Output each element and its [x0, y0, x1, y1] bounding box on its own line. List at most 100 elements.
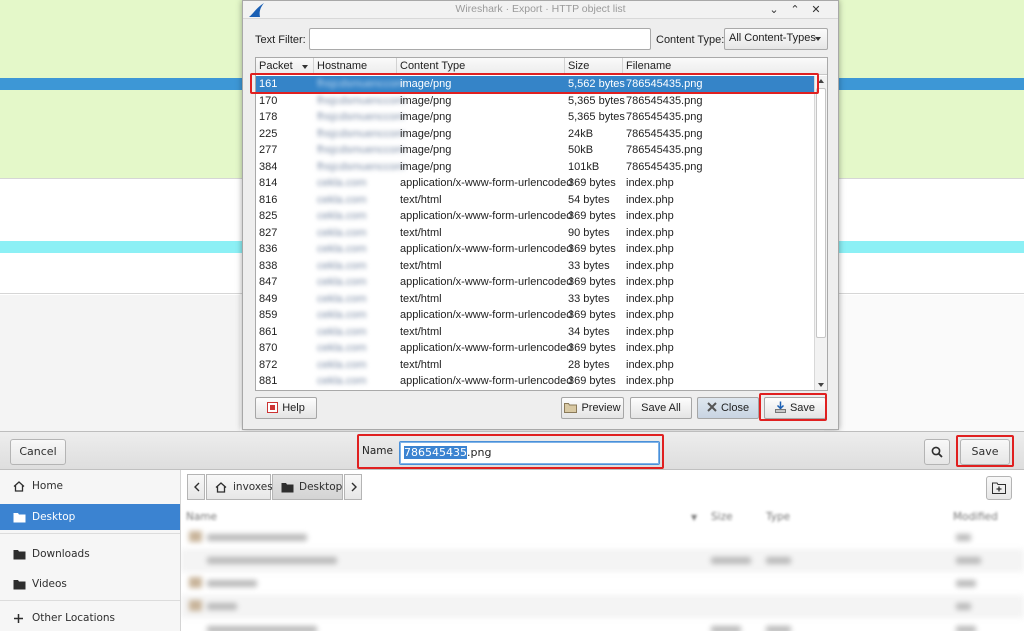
- minimize-button[interactable]: ⌄: [768, 4, 780, 16]
- cancel-button[interactable]: Cancel: [10, 439, 66, 465]
- cell-hostname: cekla.com: [317, 375, 367, 387]
- column-modified[interactable]: Modified: [953, 511, 998, 523]
- cell-content-type: application/x-www-form-urlencoded: [400, 210, 573, 222]
- column-header-filename[interactable]: Filename: [623, 58, 827, 75]
- table-row-selected[interactable]: 161 fhsjcdsmuenccom image/png 5,562 bytes 78…: [256, 76, 815, 93]
- file-list-row[interactable]: [181, 595, 1024, 618]
- sidebar-item-videos[interactable]: Videos: [0, 571, 180, 597]
- path-back-button[interactable]: [187, 474, 205, 500]
- table-row[interactable]: 816 cekla.com text/html 54 bytes index.php: [256, 192, 815, 209]
- cell-packet: 872: [259, 358, 278, 371]
- cell-content-type: text/html: [400, 292, 442, 305]
- save-all-button[interactable]: Save All: [630, 397, 692, 419]
- path-crumb-label: Desktop: [299, 481, 343, 493]
- cell-filename: 786545435.png: [626, 160, 703, 173]
- column-header-hostname[interactable]: Hostname: [314, 58, 397, 75]
- column-header-packet[interactable]: Packet: [256, 58, 314, 75]
- sidebar-item-other-locations[interactable]: Other Locations: [0, 605, 180, 631]
- cell-size: 28 bytes: [568, 358, 610, 371]
- table-scrollbar[interactable]: [814, 76, 827, 390]
- path-crumb-desktop[interactable]: Desktop: [272, 474, 343, 500]
- sidebar-separator: [0, 600, 180, 601]
- table-header: Packet Hostname Content Type Size Filena…: [256, 58, 827, 75]
- table-row[interactable]: 838 cekla.com text/html 33 bytes index.php: [256, 258, 815, 275]
- table-row[interactable]: 836 cekla.com application/x-www-form-urlen…: [256, 241, 815, 258]
- table-row[interactable]: 881 cekla.com application/x-www-form-urlen…: [256, 373, 815, 390]
- hex-pane-background: [824, 295, 1024, 435]
- file-list-row[interactable]: [181, 618, 1024, 631]
- table-row[interactable]: 170 fhsjcdsmuenccom image/png 5,365 bytes 78…: [256, 93, 815, 110]
- sidebar-item-label: Videos: [32, 578, 67, 590]
- cell-content-type: text/html: [400, 358, 442, 371]
- cell-hostname: fhsjcdsmuenccom: [317, 160, 406, 173]
- path-crumb-label: invoxes: [233, 481, 273, 493]
- cell-size: 369 bytes: [568, 276, 616, 288]
- search-button[interactable]: [924, 439, 950, 465]
- table-row[interactable]: 277 fhsjcdsmuenccom image/png 50kB 786545435…: [256, 142, 815, 159]
- file-list-row[interactable]: [181, 526, 1024, 549]
- cell-content-type: image/png: [400, 78, 452, 90]
- file-name-extension: .png: [467, 446, 492, 459]
- table-row[interactable]: 178 fhsjcdsmuenccom image/png 5,365 bytes 78…: [256, 109, 815, 126]
- table-row[interactable]: 825 cekla.com application/x-www-form-urlen…: [256, 208, 815, 225]
- cell-hostname: cekla.com: [317, 177, 367, 189]
- table-row[interactable]: 849 cekla.com text/html 33 bytes index.php: [256, 291, 815, 308]
- table-row[interactable]: 870 cekla.com application/x-www-form-urlen…: [256, 340, 815, 357]
- table-row[interactable]: 861 cekla.com text/html 34 bytes index.php: [256, 324, 815, 341]
- table-row[interactable]: 847 cekla.com application/x-www-form-urlen…: [256, 274, 815, 291]
- column-size[interactable]: Size: [711, 511, 733, 523]
- save-icon: [774, 401, 786, 414]
- file-list-row[interactable]: [181, 572, 1024, 595]
- scroll-up-arrow-icon[interactable]: [818, 79, 824, 83]
- folder-icon: [281, 483, 294, 493]
- cell-hostname: cekla.com: [317, 243, 367, 255]
- table-row[interactable]: 814 cekla.com application/x-www-form-urlen…: [256, 175, 815, 192]
- cell-content-type: image/png: [400, 94, 452, 107]
- cell-hostname: cekla.com: [317, 325, 367, 338]
- file-chooser-header: Cancel Name 786545435.png Save: [0, 432, 1024, 470]
- places-sidebar: Home Desktop Downloads Videos Other Loca…: [0, 470, 181, 631]
- cell-packet: 178: [259, 111, 278, 123]
- scrollbar-thumb[interactable]: [816, 88, 826, 338]
- content-type-select[interactable]: All Content-Types: [724, 28, 828, 50]
- help-button[interactable]: Help: [255, 397, 317, 419]
- column-header-size[interactable]: Size: [565, 58, 623, 75]
- preview-button[interactable]: Preview: [561, 397, 624, 419]
- cell-hostname: fhsjcdsmuenccom: [317, 94, 406, 107]
- cell-filename: 786545435.png: [626, 111, 703, 123]
- path-forward-button[interactable]: [344, 474, 362, 500]
- table-row[interactable]: 859 cekla.com application/x-www-form-urlen…: [256, 307, 815, 324]
- path-crumb-home[interactable]: invoxes: [206, 474, 273, 500]
- save-file-button[interactable]: Save: [960, 439, 1010, 465]
- table-row[interactable]: 827 cekla.com text/html 90 bytes index.php: [256, 225, 815, 242]
- cell-packet: 861: [259, 325, 278, 338]
- file-list-row[interactable]: [181, 549, 1024, 572]
- create-folder-button[interactable]: [986, 476, 1012, 500]
- column-type[interactable]: Type: [766, 511, 790, 523]
- cell-content-type: application/x-www-form-urlencoded: [400, 243, 573, 255]
- table-row[interactable]: 225 fhsjcdsmuenccom image/png 24kB 786545435…: [256, 126, 815, 143]
- cell-hostname: cekla.com: [317, 342, 367, 354]
- column-name[interactable]: Name: [186, 511, 217, 523]
- save-button[interactable]: Save: [764, 397, 826, 419]
- cell-packet: 814: [259, 177, 278, 189]
- cell-packet: 847: [259, 276, 278, 288]
- sidebar-item-home[interactable]: Home: [0, 473, 180, 499]
- file-name-input[interactable]: 786545435.png: [399, 441, 660, 465]
- sidebar-item-desktop[interactable]: Desktop: [0, 504, 180, 530]
- cell-filename: index.php: [626, 226, 674, 239]
- sidebar-item-downloads[interactable]: Downloads: [0, 541, 180, 567]
- cell-hostname: cekla.com: [317, 358, 367, 371]
- scroll-down-arrow-icon[interactable]: [818, 383, 824, 387]
- table-row[interactable]: 384 fhsjcdsmuenccom image/png 101kB 78654543…: [256, 159, 815, 176]
- maximize-button[interactable]: ⌃: [789, 4, 801, 16]
- plus-icon: [14, 614, 23, 623]
- close-window-button[interactable]: ✕: [810, 4, 822, 16]
- text-filter-input[interactable]: [309, 28, 651, 50]
- column-header-content-type[interactable]: Content Type: [397, 58, 565, 75]
- cell-size: 369 bytes: [568, 309, 616, 321]
- table-row[interactable]: 872 cekla.com text/html 28 bytes index.php: [256, 357, 815, 374]
- home-icon: [13, 481, 25, 492]
- close-button[interactable]: Close: [697, 397, 759, 419]
- file-name-selected-text: 786545435: [404, 446, 467, 459]
